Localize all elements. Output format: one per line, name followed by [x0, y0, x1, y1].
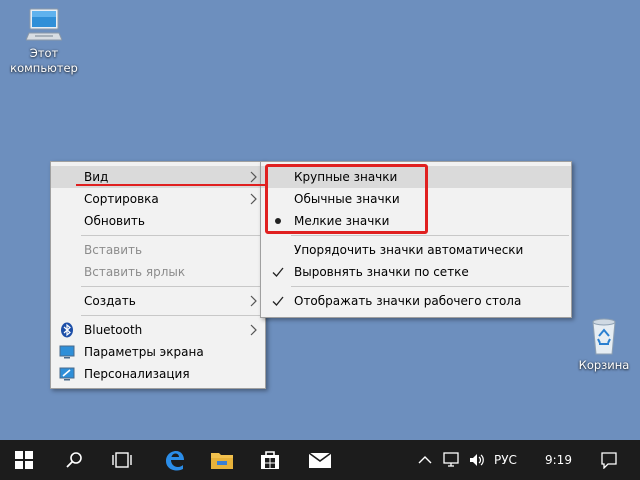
- language-indicator[interactable]: РУС: [494, 440, 517, 480]
- network-icon: [443, 452, 459, 467]
- desktop-icon-label: Корзина: [578, 358, 630, 372]
- clock-time: 9:19: [545, 453, 572, 467]
- menu-item-align-to-grid[interactable]: Выровнять значки по сетке: [261, 261, 571, 283]
- file-explorer-icon: [211, 453, 233, 469]
- volume-icon: [470, 454, 484, 466]
- start-button[interactable]: [0, 440, 48, 480]
- action-center-button[interactable]: [600, 440, 618, 480]
- taskbar: РУС 9:19: [0, 440, 640, 480]
- clock[interactable]: 9:19: [545, 440, 572, 480]
- menu-item-new[interactable]: Создать: [51, 290, 265, 312]
- desktop-context-menu: Вид Сортировка Обновить Вставить Вставит…: [50, 161, 266, 389]
- menu-item-paste-shortcut[interactable]: Вставить ярлык: [51, 261, 265, 283]
- bluetooth-icon: [61, 322, 73, 338]
- menu-item-label: Сортировка: [84, 192, 159, 206]
- checkmark-icon: [272, 296, 284, 306]
- menu-item-label: Создать: [84, 294, 136, 308]
- tray-chevron[interactable]: [418, 440, 432, 480]
- recycle-bin-icon: [592, 318, 616, 355]
- chevron-right-icon: [250, 295, 257, 307]
- menu-item-label: Bluetooth: [84, 323, 143, 337]
- tray-network[interactable]: [442, 440, 460, 480]
- mail-icon: [308, 452, 332, 468]
- menu-separator: [81, 315, 263, 316]
- menu-item-show-desktop-icons[interactable]: Отображать значки рабочего стола: [261, 290, 571, 312]
- menu-item-label: Персонализация: [84, 367, 190, 381]
- menu-item-auto-arrange[interactable]: Упорядочить значки автоматически: [261, 239, 571, 261]
- store-button[interactable]: [246, 440, 294, 480]
- menu-separator: [291, 235, 569, 236]
- search-button[interactable]: [50, 440, 98, 480]
- annotation-underline: [76, 184, 268, 186]
- notification-icon: [601, 452, 617, 469]
- menu-item-label: Упорядочить значки автоматически: [294, 243, 524, 257]
- task-view-button[interactable]: [98, 440, 146, 480]
- search-icon: [66, 452, 82, 468]
- menu-item-label: Вид: [84, 170, 109, 184]
- menu-item-refresh[interactable]: Обновить: [51, 210, 265, 232]
- menu-item-display-settings[interactable]: Параметры экрана: [51, 341, 265, 363]
- desktop-icon-label: Этот: [29, 46, 59, 60]
- menu-item-bluetooth[interactable]: Bluetooth: [51, 319, 265, 341]
- menu-item-label: Выровнять значки по сетке: [294, 265, 469, 279]
- desktop-icon-this-pc[interactable]: Этот компьютер: [6, 6, 82, 76]
- menu-separator: [81, 286, 263, 287]
- store-icon: [261, 451, 279, 469]
- menu-item-personalization[interactable]: Персонализация: [51, 363, 265, 385]
- tray-volume[interactable]: [468, 440, 486, 480]
- mail-button[interactable]: [296, 440, 344, 480]
- chevron-right-icon: [250, 171, 257, 183]
- menu-separator: [81, 235, 263, 236]
- language-label: РУС: [494, 453, 517, 467]
- file-explorer-button[interactable]: [198, 440, 246, 480]
- chevron-right-icon: [250, 193, 257, 205]
- computer-icon: [26, 8, 62, 41]
- menu-item-label: Вставить ярлык: [84, 265, 186, 279]
- chevron-right-icon: [250, 324, 257, 336]
- checkmark-icon: [272, 267, 284, 277]
- desktop-icon-recycle-bin[interactable]: Корзина: [566, 316, 640, 373]
- menu-item-label: Отображать значки рабочего стола: [294, 294, 522, 308]
- edge-button[interactable]: [150, 440, 198, 480]
- personalization-icon: [59, 367, 75, 381]
- menu-item-label: Вставить: [84, 243, 143, 257]
- annotation-highlight-box: [265, 164, 428, 234]
- start-icon: [15, 451, 33, 469]
- task-view-icon: [112, 452, 132, 468]
- menu-separator: [291, 286, 569, 287]
- edge-icon: [166, 451, 184, 471]
- menu-item-sort[interactable]: Сортировка: [51, 188, 265, 210]
- menu-item-paste[interactable]: Вставить: [51, 239, 265, 261]
- display-settings-icon: [59, 345, 75, 359]
- menu-item-label: Параметры экрана: [84, 345, 204, 359]
- chevron-up-icon: [418, 456, 432, 464]
- desktop-icon-label: компьютер: [10, 61, 78, 75]
- menu-item-label: Обновить: [84, 214, 145, 228]
